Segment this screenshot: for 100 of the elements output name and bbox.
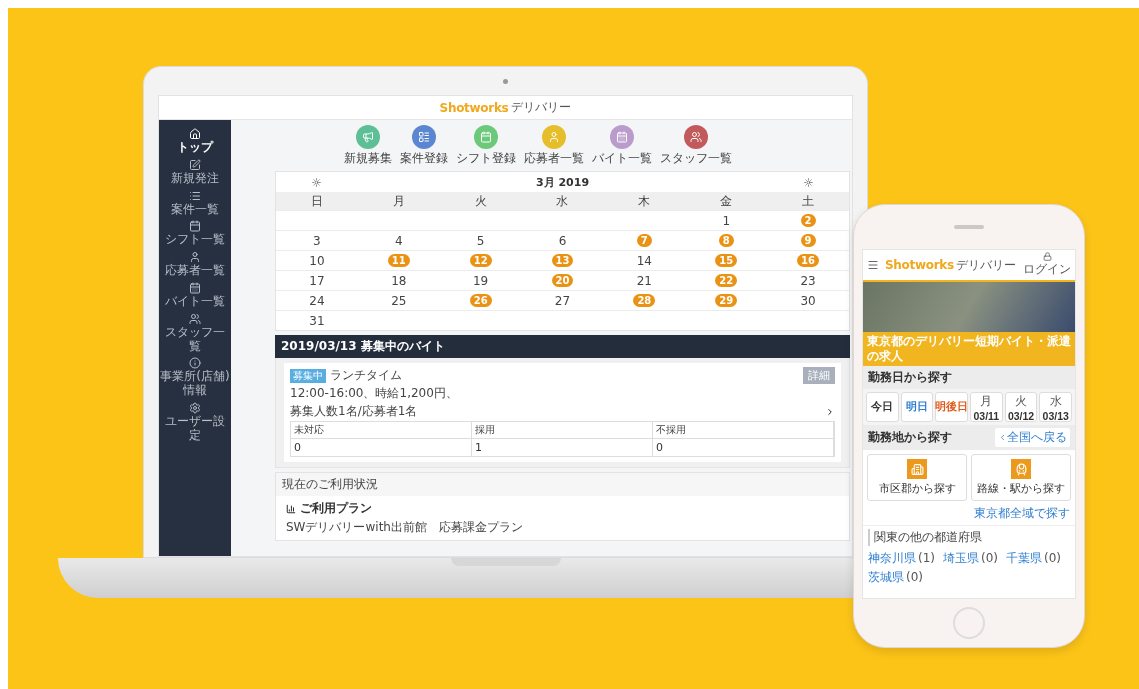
sidebar-item[interactable]: 事業所(店舗)情報 — [160, 357, 230, 398]
shortcut-button[interactable] — [609, 125, 634, 149]
train-icon — [1011, 459, 1031, 479]
job-counts: 募集人数1名/応募者1名 — [290, 403, 418, 420]
date-label: 明日 — [906, 400, 928, 414]
date-label: 明後日 — [935, 400, 969, 414]
shortcut-button[interactable] — [355, 125, 380, 149]
shortcut-button[interactable] — [683, 125, 708, 149]
weekday-label: 月 — [980, 392, 993, 410]
sidebar-item[interactable]: 新規発注 — [160, 158, 230, 186]
banner-caption: 東京都のデリバリー短期バイト・派遣の求人 — [863, 332, 1075, 366]
chevron-right-icon[interactable] — [825, 406, 835, 417]
back-link[interactable]: 全国へ戻る — [995, 428, 1070, 447]
table-cell: 1 — [472, 439, 653, 456]
calendar-day[interactable]: 10 — [309, 253, 325, 268]
all-area-link[interactable]: 東京都全域で探す — [974, 505, 1070, 522]
weekday-label: 水 — [556, 192, 569, 210]
date-chip[interactable]: 明後日 — [935, 392, 968, 422]
megaphone-icon — [361, 131, 374, 143]
calendar-icon — [189, 282, 201, 294]
calendar-day[interactable]: 21 — [636, 273, 652, 288]
bar-chart-icon — [286, 503, 296, 514]
login-button[interactable]: ログイン — [1023, 252, 1071, 278]
calendar-day[interactable]: 6 — [558, 233, 567, 248]
calendar-day[interactable]: 5 — [476, 233, 485, 248]
weekday-label: 火 — [474, 192, 487, 210]
weekday-label: 水 — [1049, 392, 1062, 410]
sidebar-item[interactable]: シフト一覧 — [160, 220, 230, 248]
user-icon — [547, 131, 560, 143]
sidebar-item[interactable]: バイト一覧 — [160, 282, 230, 309]
calendar-day[interactable]: 18 — [391, 273, 407, 288]
weekday-label: 火 — [1015, 392, 1027, 410]
brand-subtitle: デリバリー — [511, 99, 572, 116]
brand-subtitle: デリバリー — [955, 256, 1016, 274]
date-chip[interactable]: 月 03/11 — [970, 392, 1003, 422]
table-cell: 0 — [653, 439, 834, 456]
calendar-day[interactable]: 3 — [313, 233, 321, 248]
sidebar-item[interactable]: トップ — [160, 128, 230, 155]
shortcut-label: 案件登録 — [399, 150, 448, 167]
date-search-title: 勤務日から探す — [868, 369, 952, 386]
job-title: ランチタイム — [330, 367, 402, 384]
other-prefectures-title: 関東の他の都道府県 — [868, 529, 1070, 546]
settings-icon — [189, 401, 201, 414]
list-icon — [417, 131, 430, 143]
prefecture-link[interactable]: 埼玉県 (0) — [943, 550, 998, 567]
calendar-day[interactable]: 24 — [309, 293, 325, 308]
shortcut-button[interactable] — [411, 125, 436, 149]
weekday-label: 月 — [392, 192, 405, 210]
calendar-day[interactable]: 31 — [309, 313, 325, 328]
sidebar-item[interactable]: 案件一覧 — [160, 189, 230, 217]
calendar-icon — [479, 131, 492, 143]
date-chip[interactable]: 火 03/12 — [1004, 392, 1038, 422]
search-card[interactable]: 市区郡から探す — [867, 454, 967, 501]
date-chip[interactable]: 今日 — [866, 392, 899, 422]
calendar-day[interactable]: 27 — [554, 293, 571, 308]
list-icon — [189, 189, 201, 202]
calendar-day[interactable]: 4 — [394, 233, 403, 248]
plan-name: SWデリバリーwith出前館 応募課金プラン — [286, 519, 524, 536]
prefecture-link[interactable]: 千葉県 (0) — [1006, 550, 1061, 567]
calendar-day[interactable]: 14 — [636, 253, 652, 268]
camera-dot — [503, 79, 508, 84]
shortcut-label: 応募者一覧 — [523, 150, 584, 167]
table-cell: 0 — [291, 439, 472, 456]
calendar-day[interactable]: 25 — [391, 293, 407, 308]
job-detail: 12:00-16:00、時給1,200円、 — [290, 385, 459, 402]
chevron-left-icon — [998, 433, 1007, 442]
date-label: 03/12 — [1007, 409, 1035, 422]
prefecture-link[interactable]: 茨城県 (0) — [868, 569, 923, 586]
menu-icon[interactable] — [867, 259, 879, 271]
lock-icon — [1042, 252, 1052, 261]
calendar-day[interactable]: 30 — [800, 293, 816, 308]
sidebar-item[interactable]: ユーザー設定 — [160, 401, 230, 443]
search-card[interactable]: 路線・駅から探す — [971, 454, 1071, 501]
calendar-icon — [189, 220, 201, 233]
calendar-day[interactable]: 23 — [800, 273, 816, 288]
table-header-cell: 採用 — [472, 422, 653, 439]
plan-label: ご利用プラン — [300, 500, 372, 517]
weekday-label: 日 — [310, 192, 323, 210]
table-header-cell: 不採用 — [653, 422, 834, 439]
sidebar-item[interactable]: 応募者一覧 — [160, 251, 230, 278]
date-label: 今日 — [871, 400, 894, 414]
calendar-day[interactable]: 1 — [722, 213, 731, 228]
pen-icon — [189, 158, 201, 171]
shortcut-button[interactable] — [473, 125, 498, 149]
calendar-day[interactable]: 19 — [473, 273, 489, 288]
building-icon — [907, 459, 927, 479]
date-label: 03/11 — [973, 409, 1000, 422]
shortcut-label: バイト一覧 — [591, 150, 652, 167]
info-icon — [189, 357, 201, 370]
shortcut-label: シフト登録 — [455, 150, 516, 167]
prefecture-link[interactable]: 神奈川県 (1) — [868, 550, 935, 567]
sidebar-item[interactable]: スタッフ一覧 — [160, 312, 230, 354]
calendar-day[interactable]: 17 — [309, 273, 325, 288]
date-chip[interactable]: 水 03/13 — [1039, 392, 1073, 422]
status-badge: 募集中 — [290, 368, 326, 383]
date-chip[interactable]: 明日 — [900, 392, 934, 422]
users-icon — [189, 312, 201, 325]
calendar-icon — [615, 131, 628, 143]
shortcut-label: 新規募集 — [343, 150, 392, 167]
weekday-label: 金 — [720, 192, 733, 210]
